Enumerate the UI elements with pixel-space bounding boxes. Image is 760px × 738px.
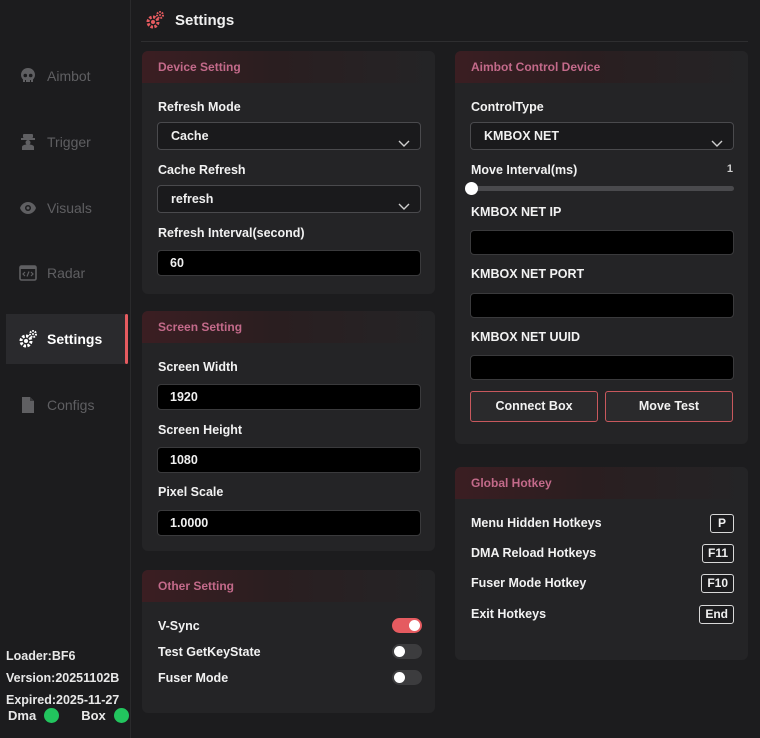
toggle-knob [409,620,420,631]
sidebar-item-settings[interactable]: Settings [6,314,128,364]
refresh-mode-select[interactable]: Cache [157,122,421,150]
header-divider [141,41,748,42]
screen-width-label: Screen Width [158,360,238,374]
kmbox-uuid-label: KMBOX NET UUID [471,330,581,344]
sidebar: Aimbot Trigger Visuals Radar Settings Co… [0,0,131,738]
version-text: Version:20251102B [6,671,120,685]
sidebar-item-trigger[interactable]: Trigger [6,117,125,167]
connection-status: Dma Box [8,708,129,723]
sidebar-item-label: Radar [47,265,86,281]
vsync-toggle[interactable] [392,618,422,633]
kmbox-ip-input[interactable] [470,230,734,255]
connect-box-button[interactable]: Connect Box [470,391,598,422]
kmbox-port-input[interactable] [470,293,734,318]
chevron-down-icon [711,131,723,157]
screen-width-input[interactable]: 1920 [157,384,421,410]
loader-text: Loader:BF6 [6,649,76,663]
move-interval-label: Move Interval(ms) [471,163,578,177]
refresh-mode-label: Refresh Mode [158,100,241,114]
soldier-icon [18,132,38,152]
panel-title: Device Setting [142,51,435,83]
select-value: refresh [171,192,214,206]
control-type-select[interactable]: KMBOX NET [470,122,734,150]
vsync-label: V-Sync [158,619,200,633]
sidebar-item-label: Aimbot [47,68,91,84]
exit-hotkey-key[interactable]: End [699,605,734,624]
sidebar-item-label: Trigger [47,134,91,150]
panel-title: Global Hotkey [455,467,748,499]
control-type-label: ControlType [471,100,544,114]
sidebar-item-aimbot[interactable]: Aimbot [6,51,125,101]
dma-label: Dma [8,708,37,723]
dma-reload-hotkey-key[interactable]: F11 [701,544,734,563]
box-status-indicator [113,708,129,723]
pixel-scale-input[interactable]: 1.0000 [157,510,421,536]
kmbox-port-label: KMBOX NET PORT [471,267,585,281]
kmbox-ip-label: KMBOX NET IP [471,205,562,219]
fuser-mode-toggle[interactable] [392,670,422,685]
panel-title: Other Setting [142,570,435,602]
fuser-mode-hotkey-key[interactable]: F10 [701,574,734,593]
chevron-down-icon [398,131,410,157]
refresh-interval-input[interactable]: 60 [157,250,421,276]
box-label: Box [81,708,106,723]
sidebar-item-label: Configs [47,397,95,413]
refresh-interval-label: Refresh Interval(second) [158,226,305,240]
sidebar-item-radar[interactable]: Radar [6,248,125,298]
global-hotkey-panel: Global Hotkey Menu Hidden Hotkeys P DMA … [455,467,748,660]
panel-title: Screen Setting [142,311,435,343]
fuser-mode-hotkey-label: Fuser Mode Hotkey [471,576,587,590]
menu-hidden-hotkey-label: Menu Hidden Hotkeys [471,516,602,530]
select-value: KMBOX NET [484,129,559,143]
page-title: Settings [175,11,235,29]
screen-height-label: Screen Height [158,423,243,437]
build-info: Loader:BF6 Version:20251102B Expired:202… [6,645,119,711]
chevron-down-icon [398,194,410,220]
select-value: Cache [171,129,209,143]
move-test-button[interactable]: Move Test [605,391,733,422]
screen-setting-panel: Screen Setting Screen Width 1920 Screen … [142,311,435,551]
pixel-scale-label: Pixel Scale [158,485,224,499]
move-interval-slider[interactable] [470,186,734,191]
slider-handle[interactable] [465,182,478,195]
page-header: Settings [145,8,234,32]
toggle-knob [394,672,405,683]
eye-icon [18,198,38,218]
menu-hidden-hotkey-key[interactable]: P [710,514,734,533]
skull-icon [18,66,38,86]
cache-refresh-select[interactable]: refresh [157,185,421,213]
move-interval-value: 1 [726,163,733,175]
sidebar-item-label: Settings [47,331,103,347]
aimbot-control-device-panel: Aimbot Control Device ControlType KMBOX … [455,51,748,444]
kmbox-uuid-input[interactable] [470,355,734,380]
sidebar-item-configs[interactable]: Configs [6,380,125,430]
dma-reload-hotkey-label: DMA Reload Hotkeys [471,546,597,560]
gears-icon [18,329,38,349]
fuser-mode-label: Fuser Mode [158,671,229,685]
gears-icon [145,10,165,30]
getkeystate-label: Test GetKeyState [158,645,261,659]
screen-height-input[interactable]: 1080 [157,447,421,473]
sidebar-item-label: Visuals [47,200,92,216]
dma-status-indicator [44,708,60,723]
toggle-knob [394,646,405,657]
code-window-icon [18,263,38,283]
cache-refresh-label: Cache Refresh [158,163,246,177]
sidebar-item-visuals[interactable]: Visuals [6,183,125,233]
other-setting-panel: Other Setting V-Sync Test GetKeyState Fu… [142,570,435,713]
file-icon [18,395,38,415]
exit-hotkey-label: Exit Hotkeys [471,607,547,621]
getkeystate-toggle[interactable] [392,644,422,659]
device-setting-panel: Device Setting Refresh Mode Cache Cache … [142,51,435,294]
panel-title: Aimbot Control Device [455,51,748,83]
